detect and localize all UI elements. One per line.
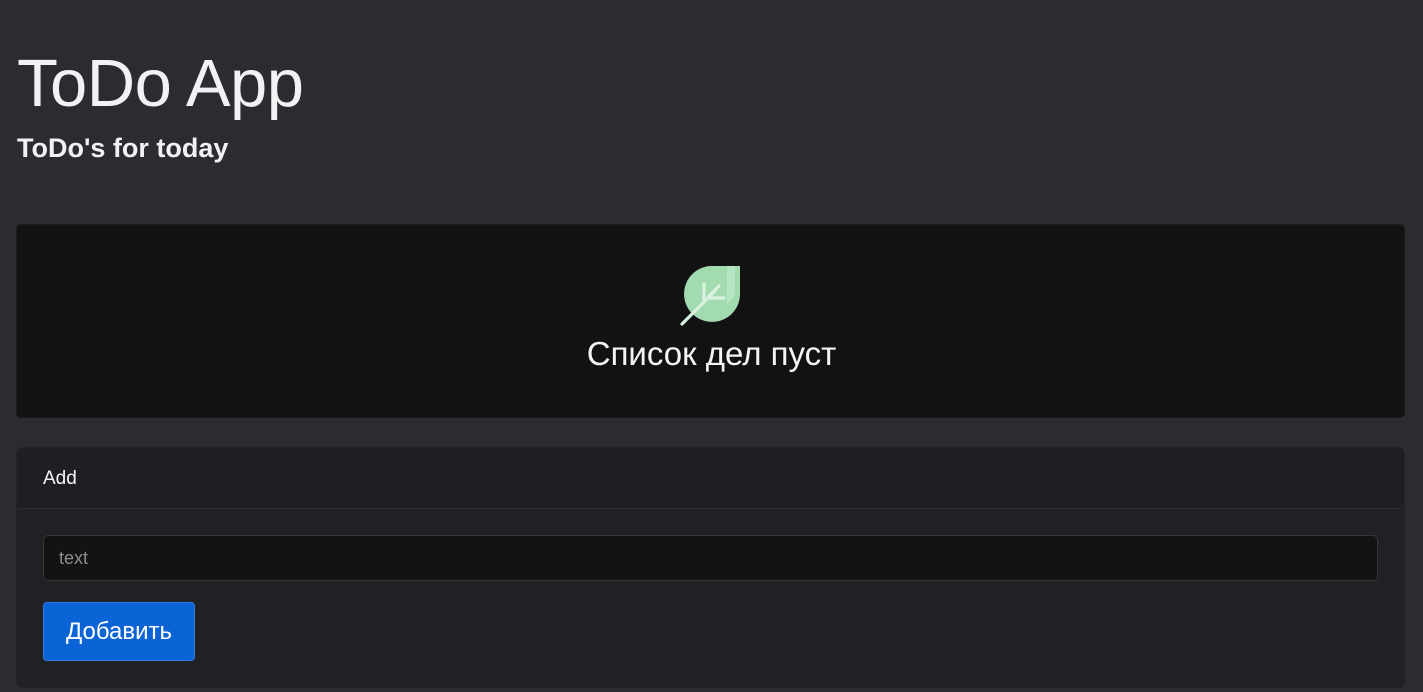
- leaf-icon: [680, 265, 741, 326]
- add-card-header: Add: [17, 448, 1404, 509]
- app-title: ToDo App: [17, 46, 304, 121]
- empty-list-message: Список дел пуст: [586, 335, 837, 372]
- add-todo-card: Add Добавить: [17, 448, 1404, 687]
- add-button[interactable]: Добавить: [43, 602, 195, 661]
- todo-text-input[interactable]: [43, 535, 1378, 581]
- add-card-title: Add: [43, 468, 77, 489]
- page-subtitle: ToDo's for today: [17, 133, 229, 163]
